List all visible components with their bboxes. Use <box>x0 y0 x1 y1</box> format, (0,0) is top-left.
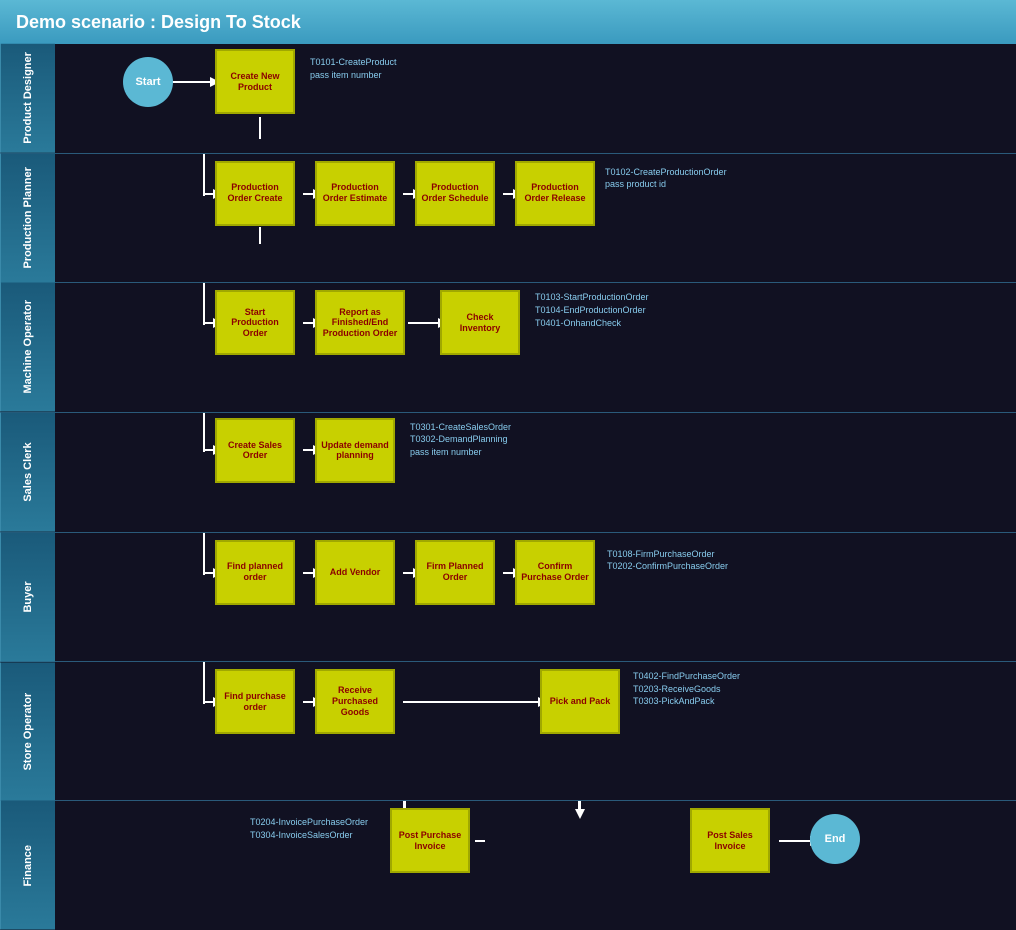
lanes-container: Product Designer Start Create New Produc… <box>0 44 1016 930</box>
annotation-t0402: T0402-FindPurchaseOrder T0203-ReceiveGoo… <box>633 670 740 708</box>
lane-production-planner: Production Planner Productio <box>0 154 1016 284</box>
annotation-t0108: T0108-FirmPurchaseOrder T0202-ConfirmPur… <box>607 548 728 573</box>
lane-label-product-designer: Product Designer <box>0 44 55 153</box>
process-box-po-schedule[interactable]: Production Order Schedule <box>415 161 495 226</box>
process-box-po-release[interactable]: Production Order Release <box>515 161 595 226</box>
process-box-update-demand[interactable]: Update demand planning <box>315 418 395 483</box>
process-box-add-vendor[interactable]: Add Vendor <box>315 540 395 605</box>
annotation-t0103: T0103-StartProductionOrder T0104-EndProd… <box>535 291 649 329</box>
annotation-t0301: T0301-CreateSalesOrder T0302-DemandPlann… <box>410 421 511 459</box>
process-box-firm-planned[interactable]: Firm Planned Order <box>415 540 495 605</box>
lane-content-5: Find planned order Add Vendor Firm Plann… <box>55 533 1016 662</box>
lane-store-operator: Store Operator Find purchase order Recei… <box>0 662 1016 801</box>
diagram-area: Product Designer Start Create New Produc… <box>0 44 1016 930</box>
lane-content-3: Start Production Order Report as Finishe… <box>55 283 1016 412</box>
process-box-pick-pack[interactable]: Pick and Pack <box>540 669 620 734</box>
lane-content-1: Start Create New Product T0101-CreatePro… <box>55 44 1016 153</box>
lane-finance: Finance <box>0 801 1016 930</box>
process-box-create-so[interactable]: Create Sales Order <box>215 418 295 483</box>
lane-label-buyer: Buyer <box>0 533 55 662</box>
lane-content-6: Find purchase order Receive Purchased Go… <box>55 662 1016 800</box>
process-box-check-inv[interactable]: Check Inventory <box>440 290 520 355</box>
process-box-create-product[interactable]: Create New Product <box>215 49 295 114</box>
process-box-find-po[interactable]: Find purchase order <box>215 669 295 734</box>
lane-product-designer: Product Designer Start Create New Produc… <box>0 44 1016 154</box>
process-box-start-prod[interactable]: Start Production Order <box>215 290 295 355</box>
process-box-post-purchase-inv[interactable]: Post Purchase Invoice <box>390 808 470 873</box>
lane-label-sales-clerk: Sales Clerk <box>0 413 55 532</box>
lane-buyer: Buyer Find planned order Add Ve <box>0 533 1016 663</box>
process-box-confirm-po[interactable]: Confirm Purchase Order <box>515 540 595 605</box>
process-box-po-estimate[interactable]: Production Order Estimate <box>315 161 395 226</box>
annotation-t0101: T0101-CreateProduct pass item number <box>310 56 397 81</box>
process-box-receive-goods[interactable]: Receive Purchased Goods <box>315 669 395 734</box>
lane-label-machine-operator: Machine Operator <box>0 283 55 412</box>
lane-content-4: Create Sales Order Update demand plannin… <box>55 413 1016 532</box>
page-title: Demo scenario : Design To Stock <box>16 12 301 33</box>
process-box-find-planned[interactable]: Find planned order <box>215 540 295 605</box>
lane-label-store-operator: Store Operator <box>0 662 55 800</box>
start-node: Start <box>123 57 173 107</box>
annotation-t0102: T0102-CreateProductionOrder pass product… <box>605 166 727 191</box>
title-bar: Demo scenario : Design To Stock <box>0 0 1016 44</box>
lane-content-7: T0204-InvoicePurchaseOrder T0304-Invoice… <box>55 801 1016 930</box>
lane-content-2: Production Order Create Production Order… <box>55 154 1016 283</box>
process-box-report-finished[interactable]: Report as Finished/End Production Order <box>315 290 405 355</box>
process-box-po-create[interactable]: Production Order Create <box>215 161 295 226</box>
lane-label-production-planner: Production Planner <box>0 154 55 283</box>
lane-label-finance: Finance <box>0 801 55 930</box>
lane-sales-clerk: Sales Clerk Create Sales Order Update de… <box>0 413 1016 533</box>
annotation-t0204: T0204-InvoicePurchaseOrder T0304-Invoice… <box>250 816 368 841</box>
lane-machine-operator: Machine Operator Start Production Order … <box>0 283 1016 413</box>
end-node: End <box>810 814 860 864</box>
process-box-post-sales-inv[interactable]: Post Sales Invoice <box>690 808 770 873</box>
